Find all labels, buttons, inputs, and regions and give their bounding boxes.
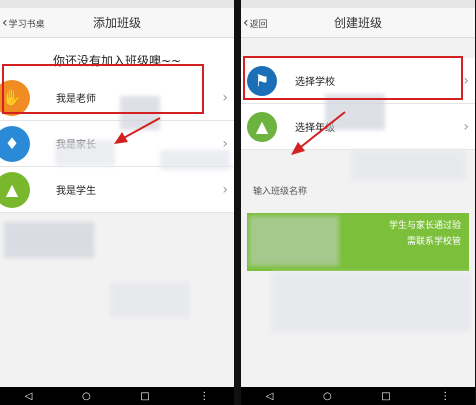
status-bar bbox=[0, 0, 234, 8]
right-screen: ‹ 返回 创建班级 ⚑ 选择学校 › ▲ 选择年级 › 输入班级名称 学生与家长… bbox=[241, 0, 475, 405]
android-nav-bar: ◁ ○ □ ⋮ bbox=[241, 387, 475, 405]
notice-text: 需联系学校管 bbox=[406, 237, 461, 247]
mosaic-overlay bbox=[351, 150, 466, 180]
chevron-right-icon: › bbox=[463, 118, 469, 135]
left-screen: ‹ 学习书桌 添加班级 你还没有加入班级噢~~ ✋ 我是老师 › ♦ 我是家长 … bbox=[0, 0, 234, 405]
nav-home-icon[interactable]: ○ bbox=[323, 391, 332, 402]
nav-more-icon[interactable]: ⋮ bbox=[199, 391, 209, 402]
back-button[interactable]: ‹ 返回 bbox=[243, 8, 268, 38]
chevron-right-icon: › bbox=[463, 72, 469, 89]
android-nav-bar: ◁ ○ □ ⋮ bbox=[0, 387, 234, 405]
grade-icon: ▲ bbox=[247, 111, 277, 142]
mosaic-overlay bbox=[325, 94, 385, 130]
graduation-cap-icon: ▲ bbox=[0, 171, 30, 208]
mosaic-overlay bbox=[249, 216, 339, 266]
mosaic-overlay bbox=[55, 140, 115, 166]
flag-icon: ⚑ bbox=[247, 65, 277, 96]
nav-back-icon[interactable]: ◁ bbox=[266, 391, 274, 402]
back-label: 返回 bbox=[249, 19, 268, 30]
mosaic-overlay bbox=[4, 222, 94, 258]
chevron-left-icon: ‹ bbox=[2, 15, 8, 31]
teacher-icon: ✋ bbox=[0, 79, 30, 116]
status-bar bbox=[241, 0, 475, 8]
chevron-left-icon: ‹ bbox=[243, 15, 249, 31]
role-teacher-row[interactable]: ✋ 我是老师 › bbox=[0, 75, 234, 121]
title-bar: ‹ 返回 创建班级 bbox=[241, 8, 475, 38]
role-student-row[interactable]: ▲ 我是学生 › bbox=[0, 167, 234, 213]
nav-back-icon[interactable]: ◁ bbox=[25, 391, 33, 402]
row-label: 选择学校 bbox=[295, 77, 335, 88]
tie-icon: ♦ bbox=[0, 125, 30, 162]
chevron-right-icon: › bbox=[222, 89, 228, 106]
notice-text: 学生与家长通过验 bbox=[388, 221, 461, 231]
role-label: 我是老师 bbox=[56, 94, 96, 105]
nav-home-icon[interactable]: ○ bbox=[82, 391, 91, 402]
nav-more-icon[interactable]: ⋮ bbox=[440, 391, 450, 402]
empty-heading: 你还没有加入班级噢~~ bbox=[0, 38, 234, 75]
role-list: ✋ 我是老师 › ♦ 我是家长 › ▲ 我是学生 › bbox=[0, 75, 234, 213]
role-label: 我是学生 bbox=[56, 186, 96, 197]
title-bar: ‹ 学习书桌 添加班级 bbox=[0, 8, 234, 38]
class-name-label: 输入班级名称 bbox=[253, 187, 308, 197]
mosaic-overlay bbox=[271, 272, 471, 332]
nav-recent-icon[interactable]: □ bbox=[381, 391, 390, 402]
mosaic-overlay bbox=[120, 96, 160, 130]
nav-recent-icon[interactable]: □ bbox=[140, 391, 149, 402]
back-label: 学习书桌 bbox=[8, 19, 45, 30]
mosaic-overlay bbox=[160, 150, 230, 170]
chevron-right-icon: › bbox=[222, 181, 228, 198]
page-title: 添加班级 bbox=[92, 16, 141, 30]
mosaic-overlay bbox=[110, 282, 190, 318]
back-button[interactable]: ‹ 学习书桌 bbox=[2, 8, 45, 38]
page-title: 创建班级 bbox=[333, 16, 382, 30]
